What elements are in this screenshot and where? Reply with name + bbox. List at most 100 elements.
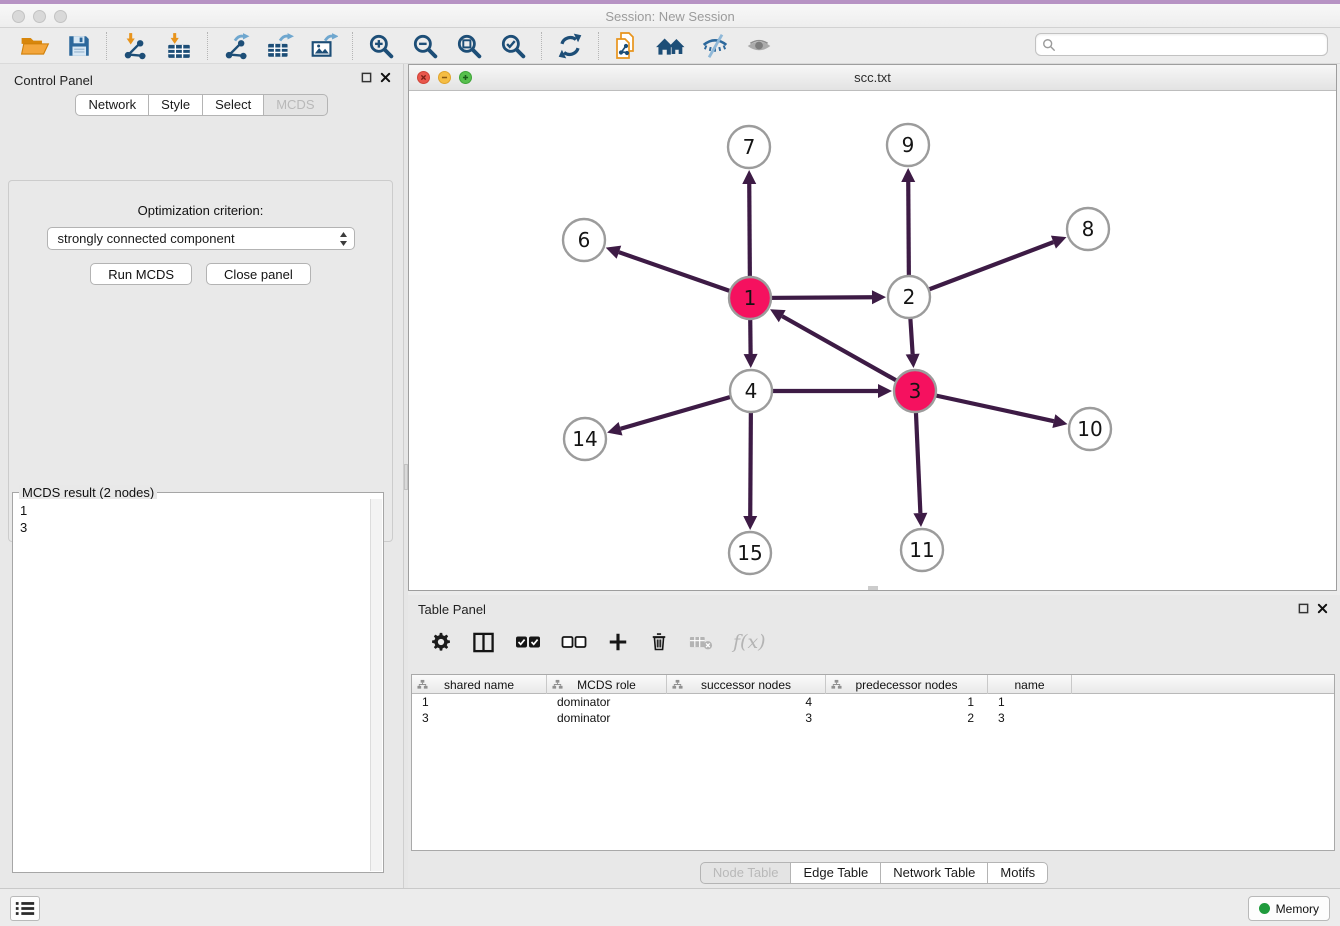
select-all-button[interactable] xyxy=(515,635,541,649)
search-icon xyxy=(1042,38,1056,52)
network-window-title: scc.txt xyxy=(409,70,1336,85)
tab-select[interactable]: Select xyxy=(202,94,264,116)
table-cell[interactable]: 2 xyxy=(826,710,988,726)
tab-mcds[interactable]: MCDS xyxy=(263,94,327,116)
edge-arrow-2-3 xyxy=(906,354,920,368)
zoom-out-icon xyxy=(411,32,439,60)
toolbar-group xyxy=(111,31,203,61)
sort-icon xyxy=(552,679,563,690)
refresh-network-button[interactable] xyxy=(556,31,584,61)
edge-arrow-1-6 xyxy=(606,246,622,259)
table-panel-float-icon[interactable] xyxy=(1298,603,1309,614)
export-image-icon xyxy=(310,32,338,60)
export-image-button[interactable] xyxy=(310,31,338,61)
tab-style[interactable]: Style xyxy=(148,94,203,116)
graph-node-label-6: 6 xyxy=(578,228,591,252)
show-graphics-details-button[interactable] xyxy=(745,31,773,61)
network-from-file-button[interactable] xyxy=(613,31,639,61)
import-network-button[interactable] xyxy=(121,31,149,61)
table-cell[interactable]: dominator xyxy=(547,694,667,710)
column-header-MCDS-role[interactable]: MCDS role xyxy=(547,675,667,694)
edge-arrow-4-3 xyxy=(878,384,892,398)
deselect-all-icon xyxy=(561,635,587,649)
search-field[interactable] xyxy=(1035,33,1328,56)
main-toolbar xyxy=(0,28,1340,64)
table-cell[interactable]: 1 xyxy=(412,694,547,710)
add-button[interactable] xyxy=(607,631,629,653)
table-settings-gear-icon xyxy=(430,631,452,653)
tab-motifs[interactable]: Motifs xyxy=(987,862,1048,884)
table-panel-close-icon[interactable] xyxy=(1317,603,1328,614)
task-history-button[interactable] xyxy=(10,896,40,921)
tab-network-table[interactable]: Network Table xyxy=(880,862,988,884)
zoom-fit-icon xyxy=(455,32,483,60)
zoom-selected-button[interactable] xyxy=(499,31,527,61)
zoom-out-button[interactable] xyxy=(411,31,439,61)
home-view-button[interactable] xyxy=(655,31,685,61)
sort-icon xyxy=(831,679,842,690)
hide-graphics-details-button[interactable] xyxy=(701,31,729,61)
table-panel-title: Table Panel xyxy=(418,602,486,617)
toolbar-group xyxy=(603,31,783,61)
table-cell[interactable]: 3 xyxy=(412,710,547,726)
column-header-name[interactable]: name xyxy=(988,675,1072,694)
edge-2-8[interactable] xyxy=(909,242,1053,297)
export-network-button[interactable] xyxy=(222,31,250,61)
memory-button[interactable]: Memory xyxy=(1248,896,1330,921)
table-cell[interactable]: 3 xyxy=(988,710,1072,726)
memory-status-dot xyxy=(1259,903,1270,914)
column-label: predecessor nodes xyxy=(855,678,957,692)
table-cell[interactable]: dominator xyxy=(547,710,667,726)
edge-arrow-1-7 xyxy=(742,170,756,184)
zoom-in-button[interactable] xyxy=(367,31,395,61)
sort-icon xyxy=(417,679,428,690)
split-panel-button[interactable] xyxy=(472,631,495,654)
control-panel-close-icon[interactable] xyxy=(380,72,391,83)
table-toolbar: f(x) xyxy=(408,621,1340,663)
graph-node-label-4: 4 xyxy=(745,379,758,403)
network-view-window: scc.txt 7968124314101511 xyxy=(408,64,1337,591)
table-cell[interactable]: 1 xyxy=(826,694,988,710)
network-window-titlebar[interactable]: scc.txt xyxy=(409,65,1336,91)
column-header-predecessor-nodes[interactable]: predecessor nodes xyxy=(826,675,988,694)
toolbar-group xyxy=(212,31,348,61)
export-table-button[interactable] xyxy=(266,31,294,61)
deselect-all-button[interactable] xyxy=(561,635,587,649)
open-session-button[interactable] xyxy=(20,31,50,61)
export-network-icon xyxy=(222,32,250,60)
optimization-criterion-select[interactable]: strongly connected component xyxy=(47,227,355,250)
graph-node-label-14: 14 xyxy=(572,427,597,451)
home-view-icon xyxy=(655,34,685,58)
table-settings-gear-button[interactable] xyxy=(430,631,452,653)
column-header-shared-name[interactable]: shared name xyxy=(412,675,547,694)
table-row[interactable]: 3dominator323 xyxy=(412,710,1334,726)
mcds-result-scrollbar[interactable] xyxy=(370,499,382,871)
table-row[interactable]: 1dominator411 xyxy=(412,694,1334,710)
mcds-result-list[interactable]: 13 xyxy=(14,499,370,871)
network-resize-dimple[interactable] xyxy=(868,586,878,590)
graph-node-label-7: 7 xyxy=(743,135,756,159)
control-panel-float-icon[interactable] xyxy=(361,72,372,83)
mcds-result-box: MCDS result (2 nodes) 13 xyxy=(12,492,384,873)
table-tabs: Node TableEdge TableNetwork TableMotifs xyxy=(408,862,1340,884)
import-table-button[interactable] xyxy=(165,31,193,61)
delete-button[interactable] xyxy=(649,631,669,653)
table-body: 1dominator4113dominator323 xyxy=(412,694,1334,726)
tab-edge-table[interactable]: Edge Table xyxy=(790,862,881,884)
close-panel-button[interactable]: Close panel xyxy=(206,263,311,285)
network-canvas[interactable]: 7968124314101511 xyxy=(409,91,1336,590)
table-cell[interactable]: 1 xyxy=(988,694,1072,710)
tab-node-table[interactable]: Node Table xyxy=(700,862,792,884)
save-session-button[interactable] xyxy=(66,31,92,61)
column-header-successor-nodes[interactable]: successor nodes xyxy=(667,675,826,694)
zoom-fit-button[interactable] xyxy=(455,31,483,61)
edge-arrow-1-2 xyxy=(872,290,886,304)
table-cell[interactable]: 4 xyxy=(667,694,826,710)
graph-node-label-2: 2 xyxy=(903,285,916,309)
control-panel-tabs: NetworkStyleSelectMCDS xyxy=(0,94,403,116)
table-cell[interactable]: 3 xyxy=(667,710,826,726)
tab-network[interactable]: Network xyxy=(75,94,149,116)
search-input[interactable] xyxy=(1060,38,1321,52)
run-mcds-button[interactable]: Run MCDS xyxy=(90,263,192,285)
edge-3-1[interactable] xyxy=(782,316,915,391)
